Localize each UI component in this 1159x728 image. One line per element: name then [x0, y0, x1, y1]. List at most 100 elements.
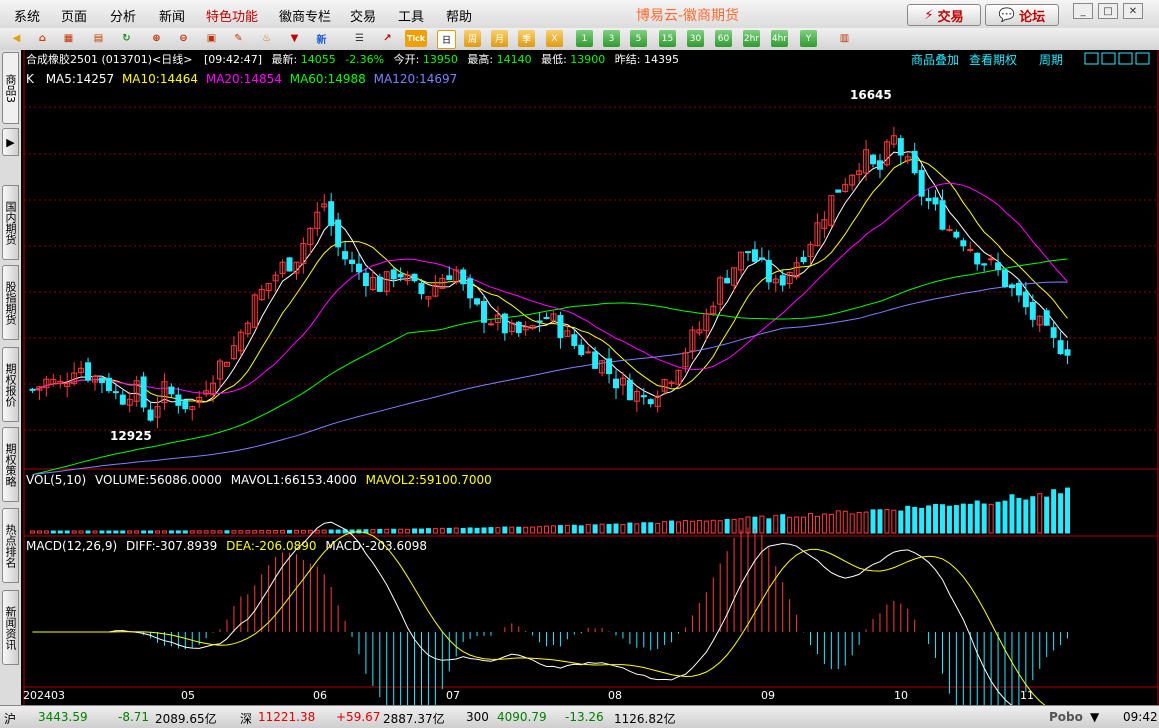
sidebar-tab-commodity[interactable]: 商品3: [2, 52, 19, 124]
period-month[interactable]: 月: [491, 30, 508, 47]
xaxis-label-202403: 202403: [23, 689, 65, 702]
low-marker: 12925: [110, 429, 152, 443]
period-4hr[interactable]: 4hr: [771, 30, 788, 47]
menu-trade[interactable]: 交易: [350, 6, 376, 25]
candle-body: [1029, 301, 1036, 320]
sidebar-tab-hot-ranking[interactable]: 热点排名: [2, 508, 19, 583]
candle-body: [85, 362, 92, 381]
symbol-name: 合成橡胶2501 (013701)<日线>: [26, 52, 193, 66]
open-label: 今开:: [394, 52, 420, 66]
sh-index: 3443.59: [38, 710, 88, 724]
draw-icon[interactable]: ✎: [230, 30, 247, 47]
sidebar-tab-domestic-futures[interactable]: 国内期货: [2, 185, 19, 260]
candle-body: [328, 201, 335, 227]
alarm-icon[interactable]: ♨: [258, 30, 275, 47]
tick-button[interactable]: Tick: [405, 30, 427, 47]
window-icon[interactable]: ▣: [203, 30, 220, 47]
zoom-out-icon[interactable]: ⊖: [175, 30, 192, 47]
volume-bar: [446, 527, 452, 534]
sidebar-tab-index-futures[interactable]: 股指期货: [2, 265, 19, 340]
xaxis-label-05: 05: [181, 689, 195, 702]
candle-body: [751, 249, 758, 262]
candle-body: [592, 351, 599, 369]
i300-amount: 1126.82亿: [614, 712, 676, 726]
link-options[interactable]: 查看期权: [969, 53, 1017, 67]
mavol2-value: MAVOL2:59100.7000: [366, 473, 492, 487]
sidebar-arrow-icon[interactable]: ▶: [2, 128, 19, 156]
open-value: 13950: [423, 53, 458, 66]
period-60[interactable]: 60: [715, 30, 732, 47]
period-3[interactable]: 3: [603, 30, 620, 47]
maximize-button[interactable]: □: [1098, 3, 1118, 19]
sidebar-tab-news[interactable]: 新闻资讯: [2, 590, 19, 665]
back-icon[interactable]: ◀: [8, 30, 25, 47]
menu-page[interactable]: 页面: [61, 6, 87, 25]
menu-special[interactable]: 特色功能: [206, 6, 258, 25]
candle-body: [988, 258, 995, 261]
candle-body: [571, 334, 578, 346]
volume-bar: [328, 529, 334, 534]
volume-bar: [557, 525, 563, 534]
menu-tools[interactable]: 工具: [398, 6, 424, 25]
menu-help[interactable]: 帮助: [446, 6, 472, 25]
volume-bar: [113, 530, 119, 534]
latest-label: 最新:: [272, 52, 298, 66]
candle-body: [585, 351, 592, 354]
candle-body: [1002, 269, 1009, 288]
change-pct: -2.36%: [345, 53, 384, 66]
xaxis-label-11: 11: [1020, 689, 1034, 702]
list-icon[interactable]: ☰: [351, 30, 368, 47]
link-overlay[interactable]: 商品叠加: [911, 52, 959, 67]
volume-bar: [1044, 496, 1050, 534]
minimize-button[interactable]: _: [1073, 3, 1093, 19]
candle-body: [1050, 327, 1057, 338]
candle-body: [397, 273, 404, 278]
candle-body: [147, 409, 154, 421]
home-icon[interactable]: ⌂: [34, 30, 51, 47]
volume-bar: [648, 522, 654, 534]
menu-system[interactable]: 系统: [14, 6, 40, 25]
chart-area[interactable]: 合成橡胶2501 (013701)<日线> [09:42:47] 最新: 140…: [21, 50, 1159, 728]
quote-icon[interactable]: ▦: [60, 30, 77, 47]
period-5[interactable]: 5: [630, 30, 647, 47]
new-icon[interactable]: 新: [313, 30, 330, 47]
candle-body: [1064, 349, 1071, 356]
trade-button[interactable]: ⚡ 交易: [907, 4, 981, 26]
period-week[interactable]: 周: [464, 30, 481, 47]
ma5-legend: MA5:14257: [46, 72, 114, 86]
trend-icon[interactable]: ↗: [379, 30, 396, 47]
volume-bar: [418, 528, 424, 534]
volume-bar: [168, 530, 174, 534]
candle-body: [1015, 282, 1022, 296]
volume-bar: [64, 530, 70, 534]
period-15[interactable]: 15: [659, 30, 676, 47]
refresh-icon[interactable]: ↻: [118, 30, 135, 47]
menu-news[interactable]: 新闻: [159, 6, 185, 25]
filter-icon[interactable]: ▼: [286, 30, 303, 47]
menu-huishang[interactable]: 徽商专栏: [279, 6, 331, 25]
volume-bar: [99, 530, 105, 534]
candle-body: [578, 344, 585, 355]
zoom-in-icon[interactable]: ⊕: [148, 30, 165, 47]
volume-bar: [148, 530, 154, 534]
volume-bar: [939, 504, 945, 534]
calendar-icon[interactable]: ▥: [836, 30, 853, 47]
f10-icon[interactable]: ▤: [90, 30, 107, 47]
period-x[interactable]: X: [546, 30, 563, 47]
candle-body: [460, 269, 467, 285]
period-2hr[interactable]: 2hr: [743, 30, 760, 47]
sidebar-tab-option-quotes[interactable]: 期权报价: [2, 347, 19, 422]
sidebar-tab-option-strategy[interactable]: 期权策略: [2, 427, 19, 502]
close-button[interactable]: ✕: [1123, 3, 1143, 19]
volume-bar: [592, 524, 598, 534]
period-1[interactable]: 1: [576, 30, 593, 47]
period-day[interactable]: 日: [437, 30, 456, 49]
menu-analysis[interactable]: 分析: [110, 6, 136, 25]
period-y[interactable]: Y: [800, 30, 817, 47]
period-season[interactable]: 季: [518, 30, 535, 47]
forum-button[interactable]: 💬 论坛: [985, 4, 1059, 26]
kline-chart[interactable]: 合成橡胶2501 (013701)<日线> [09:42:47] 最新: 140…: [21, 50, 1159, 728]
link-period[interactable]: 周期: [1039, 53, 1063, 67]
period-30[interactable]: 30: [687, 30, 704, 47]
candle-body: [953, 231, 960, 238]
